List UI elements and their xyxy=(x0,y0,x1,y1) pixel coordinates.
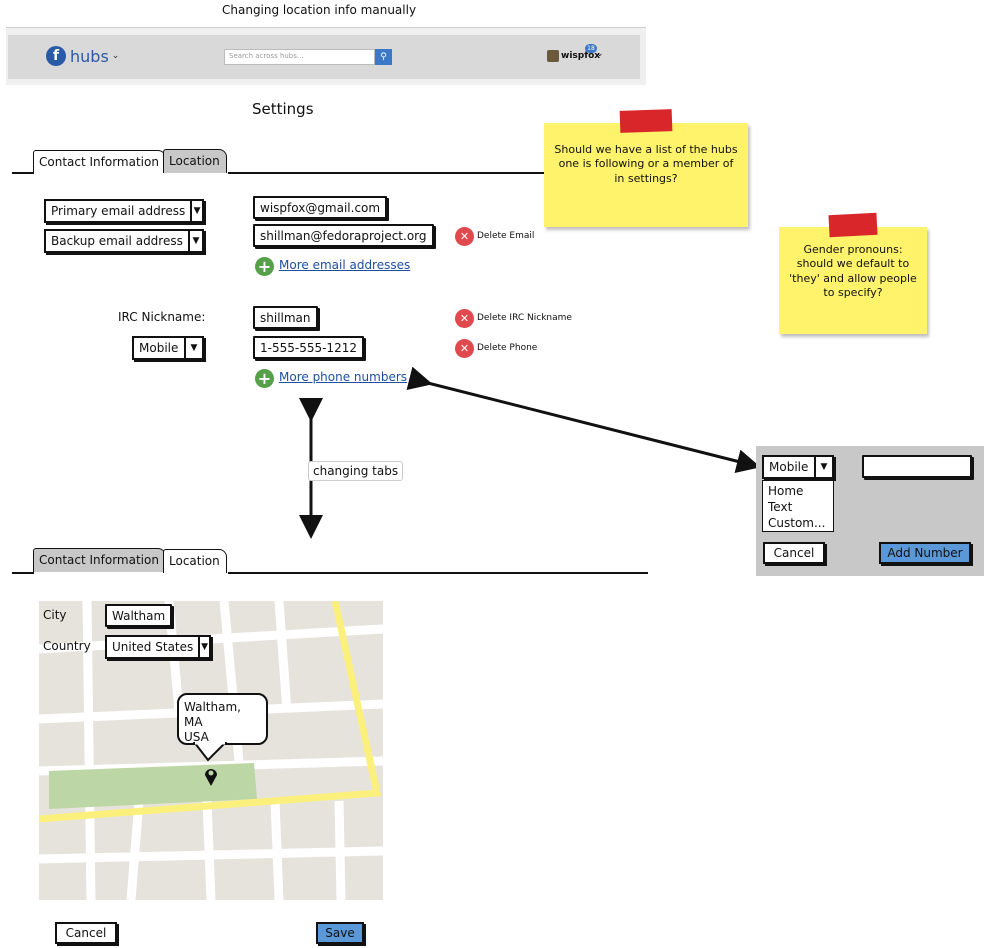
tab-baseline xyxy=(12,572,34,574)
sticky-note-hubs-list: Should we have a list of the hubs one is… xyxy=(544,123,748,227)
sticky-note-pronouns: Gender pronouns: should we default to 't… xyxy=(779,227,927,334)
phone-type-options: Home Text Custom... xyxy=(762,480,834,532)
dropdown-value: United States xyxy=(112,640,194,654)
diagonal-arrow xyxy=(406,366,761,473)
country-label: Country xyxy=(43,639,91,653)
changing-tabs-annotation: changing tabs xyxy=(308,461,404,481)
callout-tail xyxy=(192,742,228,762)
tab-contact-information[interactable]: Contact Information xyxy=(33,548,166,572)
new-phone-field[interactable] xyxy=(862,455,972,478)
callout-line1: Waltham, MA xyxy=(184,700,241,729)
option-home[interactable]: Home xyxy=(768,483,828,499)
tab-location[interactable]: Location xyxy=(163,549,227,573)
popup-cancel-button[interactable]: Cancel xyxy=(763,542,825,564)
option-custom[interactable]: Custom... xyxy=(768,515,828,531)
city-field[interactable]: Waltham xyxy=(105,604,173,627)
map-pin-icon xyxy=(205,769,217,786)
add-number-button[interactable]: Add Number xyxy=(879,542,971,564)
country-dropdown[interactable]: United States ▼ xyxy=(105,635,211,659)
dropdown-value: Mobile xyxy=(769,460,809,474)
dropdown-arrow-icon: ▼ xyxy=(814,457,832,477)
tab-baseline xyxy=(228,572,648,574)
option-text[interactable]: Text xyxy=(768,499,828,515)
note-text: Should we have a list of the hubs one is… xyxy=(554,143,738,185)
cancel-button[interactable]: Cancel xyxy=(55,922,117,944)
city-label: City xyxy=(43,608,67,622)
location-callout: Waltham, MA USA xyxy=(177,693,268,745)
dropdown-arrow-icon: ▼ xyxy=(198,637,209,657)
tape xyxy=(619,109,673,133)
save-button[interactable]: Save xyxy=(316,922,364,944)
tape xyxy=(828,212,878,238)
phone-type-dropdown[interactable]: Mobile ▼ xyxy=(762,455,834,479)
note-text: Gender pronouns: should we default to 't… xyxy=(789,243,917,299)
